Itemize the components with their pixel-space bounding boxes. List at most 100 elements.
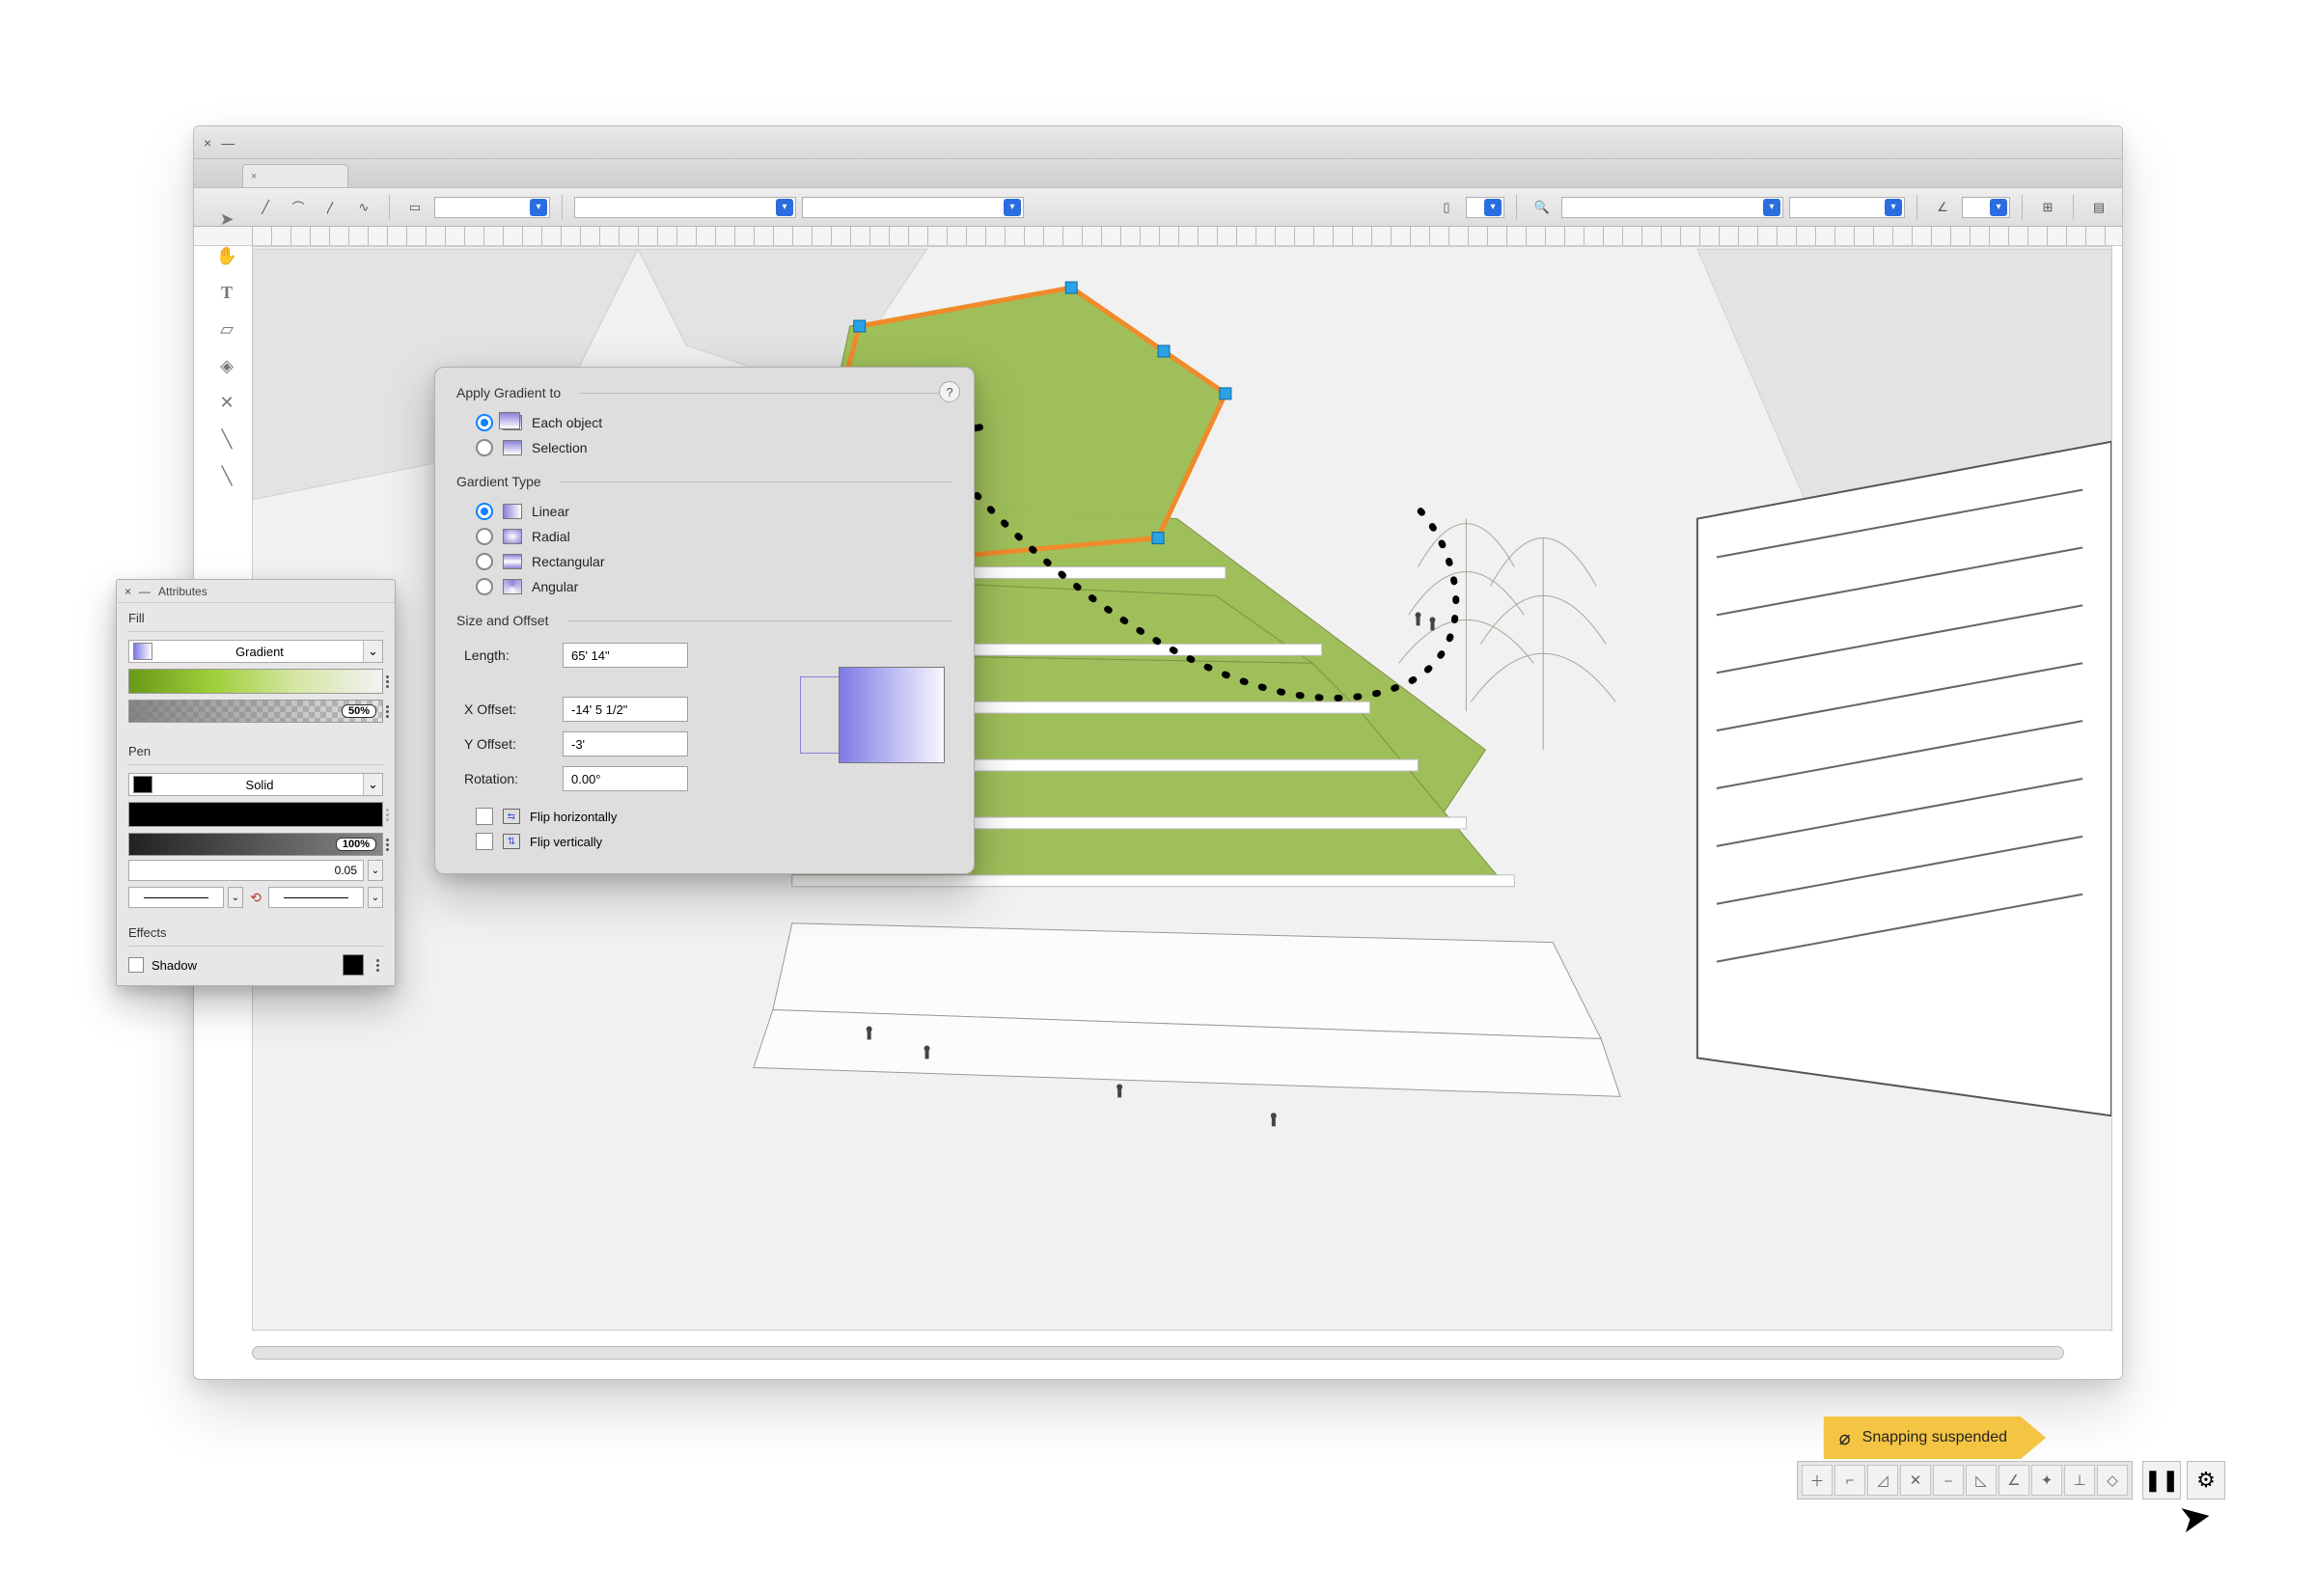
toolbar-dropdown-2[interactable]: ▾ [574, 197, 796, 218]
radio-icon[interactable] [476, 528, 493, 545]
shadow-color-swatch[interactable] [343, 954, 364, 976]
flip-v-checkbox[interactable] [476, 833, 493, 850]
radio-linear[interactable]: Linear [456, 499, 952, 524]
snap-corner-icon[interactable]: ⌐ [1834, 1465, 1865, 1496]
radio-rectangular[interactable]: Rectangular [456, 549, 952, 574]
pen-mode-dropdown[interactable]: Solid ⌄ [128, 773, 383, 796]
gradient-edit-handle[interactable] [382, 670, 392, 693]
flip-vertical-row[interactable]: ⇅ Flip vertically [456, 829, 952, 854]
snap-edge-icon[interactable]: ◿ [1867, 1465, 1898, 1496]
rotation-label: Rotation: [464, 771, 551, 786]
radio-icon[interactable] [476, 578, 493, 595]
document-tab[interactable]: × [242, 164, 348, 187]
radio-icon[interactable] [476, 553, 493, 570]
freehand-tool-icon[interactable]: ∿ [350, 194, 377, 221]
snap-add-icon[interactable]: ＋ [1802, 1465, 1833, 1496]
wall-tool-icon[interactable]: ▱ [209, 314, 244, 344]
shadow-edit-icon[interactable] [372, 959, 383, 972]
horizontal-scrollbar[interactable] [252, 1346, 2064, 1360]
chevron-down-icon[interactable]: ⌄ [368, 887, 383, 908]
radial-icon [503, 529, 522, 544]
pen-opacity-badge: 100% [336, 838, 376, 851]
polyline-tool-icon[interactable]: 〳 [317, 194, 345, 221]
attributes-panel-header[interactable]: × — Attributes [117, 580, 395, 603]
pause-snapping-button[interactable]: ❚❚ [2142, 1461, 2181, 1500]
pen-opacity-handle[interactable] [382, 834, 392, 855]
search-icon[interactable]: 🔍 [1529, 194, 1556, 221]
pan-tool-icon[interactable]: ✋ [209, 240, 244, 271]
flip-horizontal-row[interactable]: ⇆ Flip horizontally [456, 804, 952, 829]
line-weight-value: 0.05 [335, 864, 357, 877]
linear-label: Linear [532, 504, 569, 519]
main-toolbar: ╱ ⌒ 〳 ∿ ▭ ▾ ▾ ▾ ▯ ▾ 🔍 ▾ ▾ ∠ ▾ ⊞ ▤ [194, 188, 2122, 227]
text-tool-icon[interactable]: T [209, 277, 244, 308]
snap-tangent-icon[interactable]: ⎯ [1933, 1465, 1964, 1496]
line-style-start-dropdown[interactable] [128, 887, 224, 908]
snap-smart-icon[interactable]: ✦ [2031, 1465, 2062, 1496]
snapping-toast-text: Snapping suspended [1862, 1429, 2007, 1446]
toolbar-dropdown-3[interactable]: ▾ [802, 197, 1024, 218]
radio-each-object[interactable]: Each object [456, 410, 952, 435]
extrude-tool-icon[interactable]: ◈ [209, 350, 244, 381]
toolbar-dropdown-6[interactable]: ▾ [1962, 197, 2010, 218]
toolbar-dropdown-page[interactable]: ▾ [1466, 197, 1504, 218]
toolbar-dropdown-1[interactable]: ▾ [434, 197, 550, 218]
fill-opacity-badge: 50% [342, 704, 376, 718]
pen-color-bar[interactable] [128, 802, 383, 827]
line-tool-icon[interactable]: ╱ [252, 194, 279, 221]
snap-off-icon: ⌀ [1839, 1426, 1851, 1450]
chevron-down-icon[interactable]: ⌄ [368, 860, 383, 881]
fill-mode-dropdown[interactable]: Gradient ⌄ [128, 640, 383, 663]
yoffset-input[interactable]: -3' [563, 731, 688, 757]
shadow-checkbox[interactable] [128, 957, 144, 973]
selection-tool-icon[interactable]: ➤ [209, 204, 244, 234]
minimize-icon[interactable]: — [221, 135, 234, 151]
close-icon[interactable]: × [204, 135, 211, 151]
rectangle-tool-icon[interactable]: ▭ [401, 194, 428, 221]
rectangular-label: Rectangular [532, 554, 605, 569]
radio-icon[interactable] [476, 439, 493, 456]
grid-icon[interactable]: ⊞ [2034, 194, 2061, 221]
radio-angular[interactable]: Angular [456, 574, 952, 599]
radio-selection[interactable]: Selection [456, 435, 952, 460]
radio-icon[interactable] [476, 503, 493, 520]
line-style-end-dropdown[interactable] [268, 887, 364, 908]
gradient-type-title: Gardient Type [456, 474, 952, 489]
cursor-icon: ➤ [2176, 1493, 2216, 1542]
radio-radial[interactable]: Radial [456, 524, 952, 549]
panel-close-icon[interactable]: × [124, 585, 131, 598]
snap-angle-icon[interactable]: ∠ [1999, 1465, 2029, 1496]
arc-tool-icon[interactable]: ⌒ [285, 194, 312, 221]
page-icon[interactable]: ▯ [1433, 194, 1460, 221]
line-weight-input[interactable]: 0.05 [128, 860, 364, 881]
opacity-edit-handle[interactable] [382, 701, 392, 722]
flip-h-checkbox[interactable] [476, 808, 493, 825]
line-draw-tool-icon[interactable]: ╲ [209, 424, 244, 454]
snap-surface-icon[interactable]: ◺ [1966, 1465, 1997, 1496]
radio-icon[interactable] [476, 414, 493, 431]
toolbar-dropdown-4[interactable]: ▾ [1561, 197, 1783, 218]
snap-intersect-icon[interactable]: ✕ [1900, 1465, 1931, 1496]
flip-horizontal-icon: ⇆ [503, 809, 520, 824]
delete-tool-icon[interactable]: ✕ [209, 387, 244, 418]
chevron-down-icon[interactable]: ⌄ [363, 774, 382, 795]
help-icon[interactable]: ? [939, 381, 960, 402]
xoffset-input[interactable]: -14' 5 1/2" [563, 697, 688, 722]
panel-minimize-icon[interactable]: — [139, 585, 151, 598]
pen-opacity-slider[interactable]: 100% [128, 833, 383, 856]
angle-tool-icon[interactable]: ∠ [1929, 194, 1956, 221]
link-styles-icon[interactable]: ⟲ [247, 890, 264, 906]
length-input[interactable]: 65' 14" [563, 643, 688, 668]
toolbar-dropdown-5[interactable]: ▾ [1789, 197, 1905, 218]
chevron-down-icon[interactable]: ⌄ [228, 887, 243, 908]
chevron-down-icon[interactable]: ⌄ [363, 641, 382, 662]
snap-grid-icon[interactable]: ◇ [2097, 1465, 2128, 1496]
pen-edit-handle[interactable] [382, 803, 392, 826]
fill-opacity-slider[interactable]: 50% [128, 700, 383, 723]
line-draw2-tool-icon[interactable]: ╲ [209, 460, 244, 491]
gradient-preview-bar[interactable] [128, 669, 383, 694]
rotation-input[interactable]: 0.00° [563, 766, 688, 791]
layers-icon[interactable]: ▤ [2085, 194, 2112, 221]
angular-icon [503, 579, 522, 594]
snap-perp-icon[interactable]: ⊥ [2064, 1465, 2095, 1496]
